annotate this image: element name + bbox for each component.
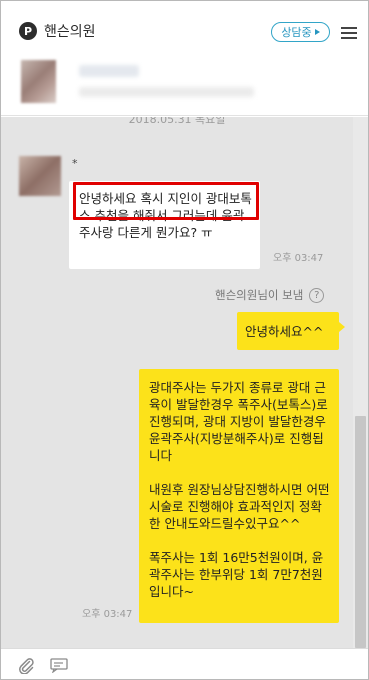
profile-avatar — [21, 60, 56, 103]
outgoing-message-text: 안녕하세요^^ — [245, 324, 324, 339]
hamburger-icon[interactable] — [341, 27, 357, 39]
outgoing-message-bubble: 안녕하세요^^ — [237, 312, 345, 350]
message-timestamp: 오후 03:47 — [273, 253, 324, 264]
profile-detail-blurred — [79, 87, 254, 97]
consultation-status-button[interactable]: 상담중 — [271, 22, 330, 42]
play-arrow-icon — [314, 29, 320, 35]
clinic-name: 핸슨의원 — [44, 24, 96, 40]
sent-by-text: 핸슨의원님이 보냄 — [215, 288, 304, 302]
chat-card-icon[interactable] — [49, 657, 69, 673]
message-timestamp: 오후 03:47 — [82, 609, 133, 620]
scrollbar-track[interactable] — [353, 117, 368, 648]
sent-by-label: 핸슨의원님이 보냄 ? — [215, 287, 325, 303]
clinic-brand: P 핸슨의원 — [19, 21, 96, 41]
status-label: 상담중 — [281, 26, 312, 39]
chat-header: P 핸슨의원 상담중 — [1, 1, 368, 116]
paperclip-icon[interactable] — [17, 656, 35, 674]
help-icon[interactable]: ? — [309, 287, 325, 303]
profile-name-blurred — [79, 65, 139, 77]
scrollbar-thumb[interactable] — [355, 416, 366, 648]
chat-footer — [1, 648, 368, 679]
bubble-tail — [339, 322, 345, 332]
highlight-box — [73, 182, 259, 220]
sender-name: * — [72, 157, 78, 170]
chat-area[interactable]: 2018.05.31 목요일 * 안녕하세요 혹시 지인이 광대보톡스 추천을 … — [1, 117, 368, 648]
outgoing-message-bubble: 광대주사는 두가지 종류로 광대 근육이 발달한경우 폭주사(보톡스)로 진행되… — [139, 369, 339, 623]
clinic-logo-icon: P — [19, 22, 37, 40]
avatar[interactable] — [19, 156, 61, 196]
date-separator: 2018.05.31 목요일 — [128, 117, 226, 126]
